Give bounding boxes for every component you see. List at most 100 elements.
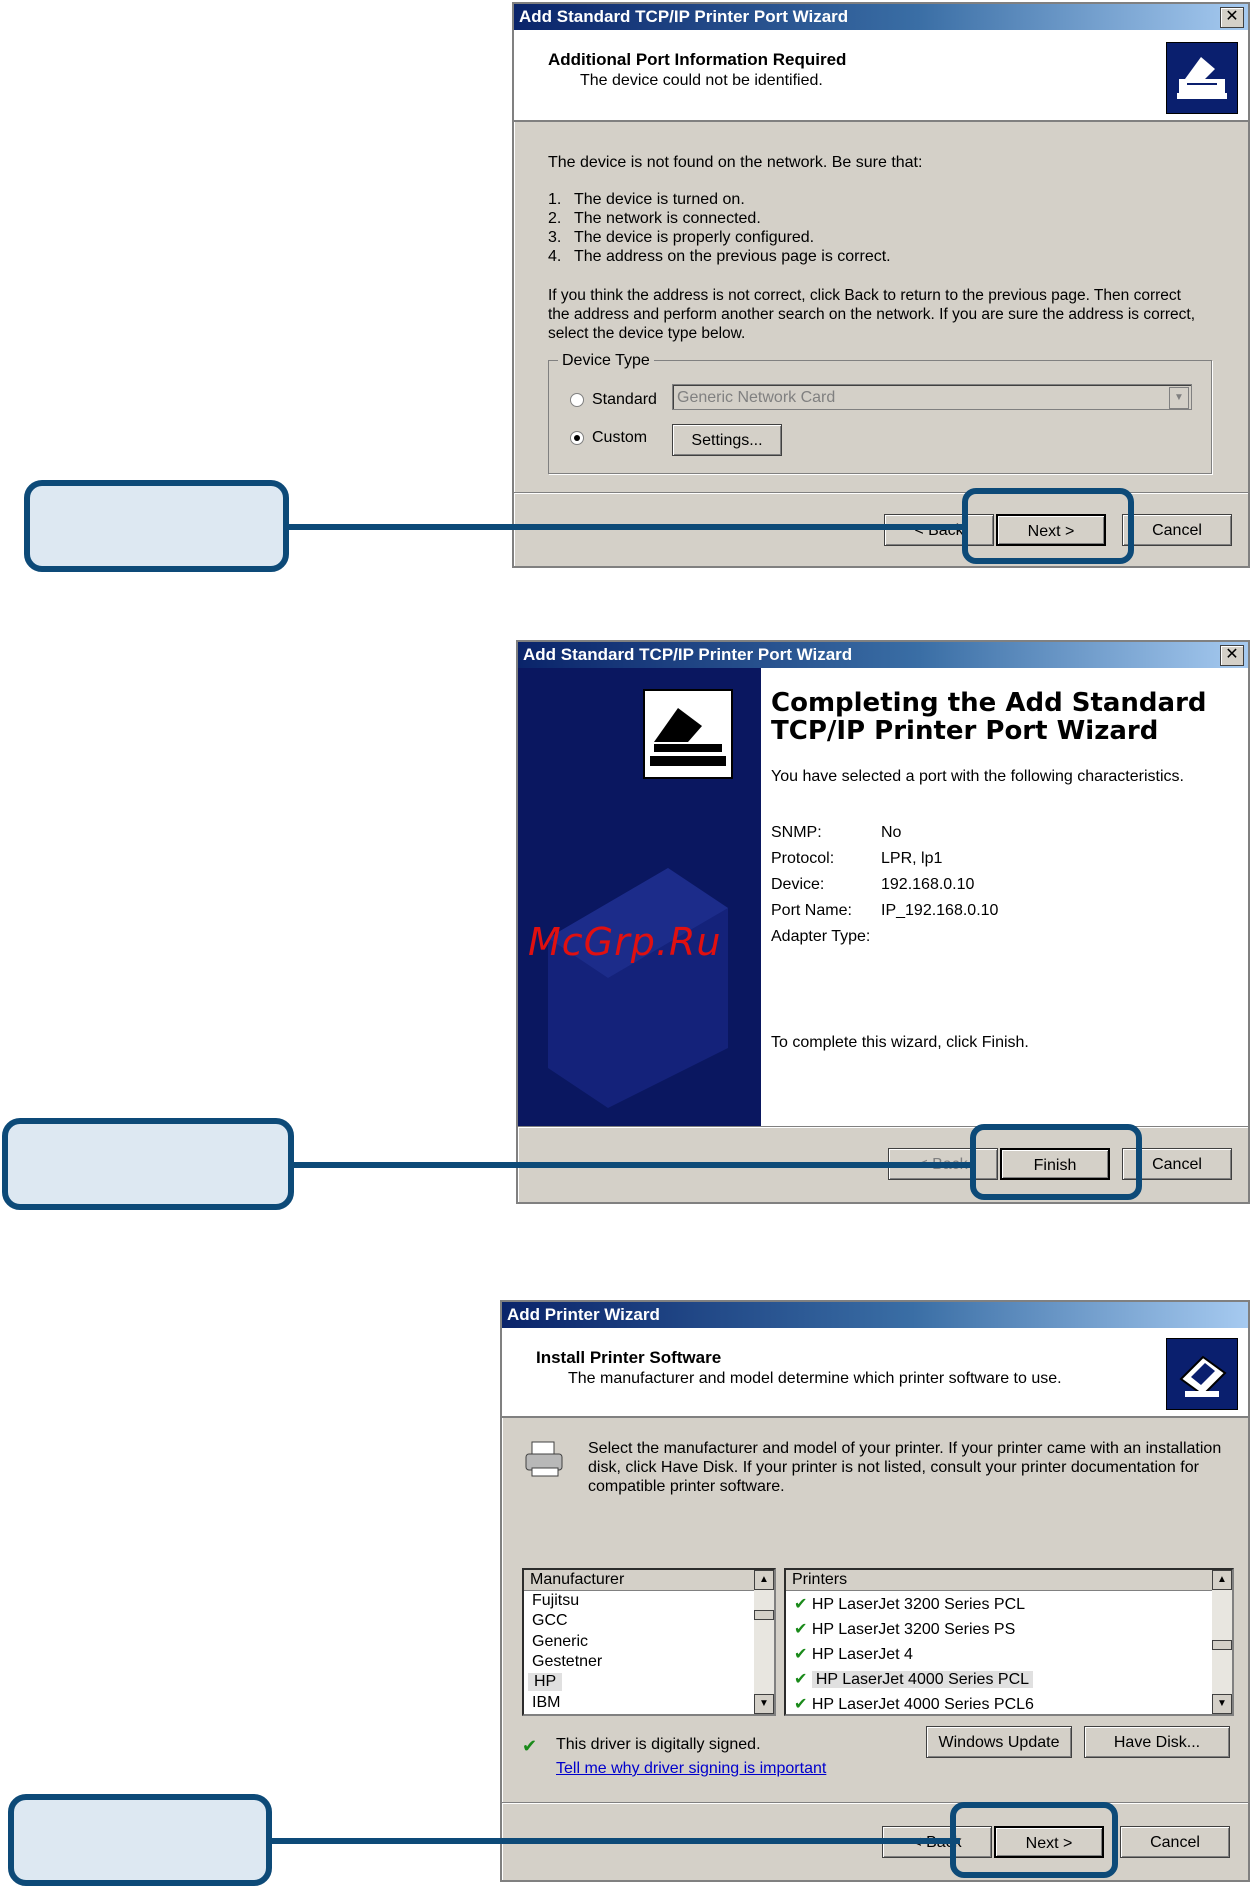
manufacturer-scrollbar[interactable]: ▲ ▼ (754, 1570, 774, 1714)
printers-list[interactable]: Printers ✔ HP LaserJet 3200 Series PCL ✔… (784, 1568, 1234, 1716)
printers-scrollbar[interactable]: ▲ ▼ (1212, 1570, 1232, 1714)
title-bar[interactable]: Add Standard TCP/IP Printer Port Wizard (514, 4, 1248, 30)
watermark: McGrp.Ru (528, 920, 722, 964)
standard-radio-label[interactable]: Standard (592, 391, 657, 409)
finish-button-highlight (970, 1124, 1142, 1200)
checklist-item-1: The device is turned on. (574, 191, 745, 208)
add-printer-wizard-dialog: Add Printer Wizard Install Printer Softw… (500, 1300, 1250, 1882)
next-button-highlight (950, 1802, 1118, 1878)
tcpip-port-wizard-dialog-2: Add Standard TCP/IP Printer Port Wizard … (516, 640, 1250, 1204)
callout-connector-3 (270, 1838, 960, 1844)
checklist-item-3: The device is properly configured. (574, 229, 815, 246)
completing-heading-line-1: Completing the Add Standard (771, 688, 1207, 718)
standard-radio[interactable] (570, 393, 584, 407)
field-label-protocol: Protocol: (771, 850, 835, 867)
wizard-header: Additional Port Information Required The… (514, 30, 1248, 122)
completing-heading-line-2: TCP/IP Printer Port Wizard (771, 716, 1159, 746)
footer-divider (518, 1126, 1248, 1128)
scroll-down-icon[interactable]: ▼ (1212, 1694, 1232, 1714)
signed-driver-text: This driver is digitally signed. (556, 1736, 761, 1753)
list-item[interactable]: Generic (532, 1633, 588, 1651)
next-button-highlight (962, 488, 1134, 564)
printer-name: HP LaserJet 3200 Series PS (811, 1621, 1016, 1638)
wizard-header: Install Printer Software The manufacture… (502, 1328, 1248, 1418)
list-item[interactable]: ✔ HP LaserJet 4000 Series PCL6 (794, 1694, 1034, 1714)
driver-signing-link[interactable]: Tell me why driver signing is important (556, 1760, 826, 1778)
signed-driver-icon: ✔ (794, 1596, 808, 1613)
device-type-group (548, 360, 1212, 474)
close-button[interactable]: ✕ (1220, 645, 1244, 666)
scroll-down-icon[interactable]: ▼ (754, 1694, 774, 1714)
header-subtitle: The device could not be identified. (580, 72, 823, 89)
chevron-down-icon[interactable]: ▼ (1169, 387, 1189, 409)
callout-box-3 (8, 1794, 272, 1886)
footer-divider (514, 492, 1248, 494)
scroll-thumb[interactable] (754, 1610, 774, 1620)
guidance-line-3: select the device type below. (548, 325, 746, 342)
field-value-protocol: LPR, lp1 (881, 850, 943, 867)
callout-connector-2 (293, 1162, 973, 1168)
instructions-line-2: disk, click Have Disk. If your printer i… (588, 1459, 1199, 1476)
window-title: Add Printer Wizard (507, 1305, 660, 1324)
have-disk-button[interactable]: Have Disk... (1084, 1726, 1230, 1758)
header-title: Additional Port Information Required (548, 50, 847, 69)
list-item[interactable]: IBM (532, 1694, 560, 1712)
window-title: Add Standard TCP/IP Printer Port Wizard (523, 645, 853, 664)
guidance-line-2: the address and perform another search o… (548, 306, 1196, 323)
manufacturer-list[interactable]: Manufacturer Fujitsu GCC Generic Gestetn… (522, 1568, 776, 1716)
printer-name: HP LaserJet 4000 Series PCL (811, 1671, 1034, 1688)
banner-printer-art (518, 668, 761, 1126)
list-item-selected[interactable]: ✔ HP LaserJet 4000 Series PCL (794, 1669, 1034, 1689)
checklist-item-1-num: 1. (548, 191, 562, 208)
printer-icon (522, 1438, 566, 1482)
manufacturer-header[interactable]: Manufacturer (524, 1570, 754, 1591)
title-bar[interactable]: Add Standard TCP/IP Printer Port Wizard (518, 642, 1248, 668)
wizard-content-panel: Completing the Add Standard TCP/IP Print… (761, 668, 1248, 1126)
printer-name: HP LaserJet 3200 Series PCL (811, 1596, 1026, 1613)
checklist-item-4-num: 4. (548, 248, 562, 265)
signed-driver-icon: ✔ (794, 1696, 808, 1713)
callout-box-1 (24, 480, 289, 572)
guidance-line-1: If you think the address is not correct,… (548, 287, 1181, 304)
checklist-item-2: The network is connected. (574, 210, 761, 227)
scroll-thumb[interactable] (1212, 1640, 1232, 1650)
checklist-item-3-num: 3. (548, 229, 562, 246)
signed-driver-icon: ✔ (794, 1646, 808, 1663)
list-item[interactable]: ✔ HP LaserJet 3200 Series PS (794, 1619, 1015, 1639)
list-item[interactable]: Gestetner (532, 1653, 602, 1671)
list-item-selected[interactable]: HP (528, 1673, 563, 1691)
wizard-side-banner: McGrp.Ru (518, 668, 761, 1126)
field-label-snmp: SNMP: (771, 824, 822, 841)
field-label-device: Device: (771, 876, 825, 893)
scroll-up-icon[interactable]: ▲ (754, 1570, 774, 1590)
field-value-device: 192.168.0.10 (881, 876, 975, 893)
title-bar[interactable]: Add Printer Wizard (502, 1302, 1248, 1328)
scroll-up-icon[interactable]: ▲ (1212, 1570, 1232, 1590)
signed-driver-icon: ✔ (522, 1736, 538, 1756)
list-item[interactable]: ✔ HP LaserJet 3200 Series PCL (794, 1594, 1025, 1614)
close-button[interactable]: ✕ (1220, 7, 1244, 28)
list-item[interactable]: GCC (532, 1612, 568, 1630)
device-type-combo[interactable]: Generic Network Card ▼ (672, 384, 1192, 410)
field-value-snmp: No (881, 824, 902, 841)
signed-driver-icon: ✔ (794, 1621, 808, 1638)
cancel-button[interactable]: Cancel (1122, 514, 1232, 546)
printer-name: HP LaserJet 4000 Series PCL6 (811, 1696, 1034, 1713)
windows-update-button[interactable]: Windows Update (926, 1726, 1072, 1758)
field-value-port-name: IP_192.168.0.10 (881, 902, 999, 919)
list-item[interactable]: Fujitsu (532, 1592, 579, 1610)
signed-driver-icon: ✔ (794, 1671, 808, 1688)
custom-radio[interactable] (570, 431, 584, 445)
printer-name: HP LaserJet 4 (811, 1646, 913, 1663)
header-subtitle: The manufacturer and model determine whi… (568, 1370, 1062, 1387)
settings-button[interactable]: Settings... (672, 424, 782, 456)
not-found-intro: The device is not found on the network. … (548, 154, 923, 171)
field-label-port-name: Port Name: (771, 902, 852, 919)
cancel-button[interactable]: Cancel (1120, 1826, 1230, 1858)
header-title: Install Printer Software (536, 1348, 722, 1367)
tcpip-port-wizard-dialog-1: Add Standard TCP/IP Printer Port Wizard … (512, 2, 1250, 568)
printer-wizard-icon (1166, 1338, 1238, 1410)
custom-radio-label[interactable]: Custom (592, 429, 647, 447)
list-item[interactable]: ✔ HP LaserJet 4 (794, 1644, 913, 1664)
printers-header[interactable]: Printers (786, 1570, 1212, 1591)
